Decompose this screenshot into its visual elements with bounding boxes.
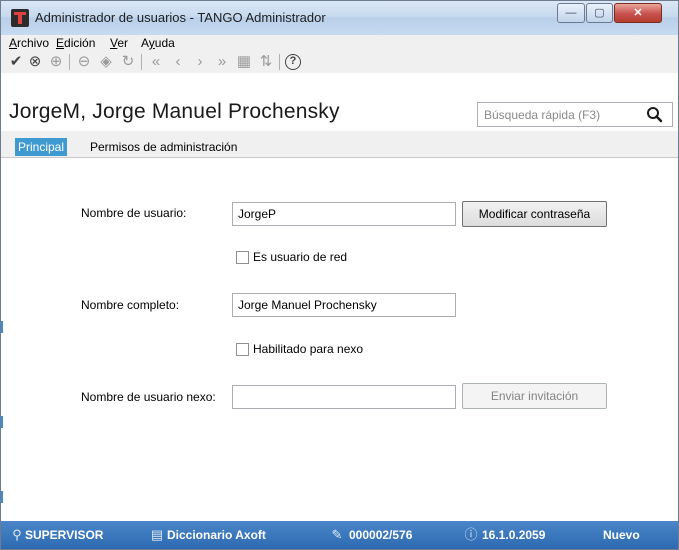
info-icon: ⓘ	[464, 527, 478, 542]
tab-permisos[interactable]: Permisos de administración	[87, 138, 240, 156]
maximize-button[interactable]: ▢	[586, 3, 613, 23]
cancel-icon[interactable]: ⊗	[26, 53, 44, 71]
tab-strip: Principal Permisos de administración	[1, 136, 678, 158]
tab-principal[interactable]: Principal	[15, 138, 68, 156]
nexo-enabled-label: Habilitado para nexo	[253, 342, 364, 356]
menu-archivo-label: rchivo	[17, 36, 50, 50]
username-label: Nombre de usuario:	[81, 206, 187, 220]
title-bar[interactable]: Administrador de usuarios - TANGO Admini…	[1, 1, 678, 35]
refresh-icon[interactable]: ↻	[119, 53, 137, 71]
status-bar: ⚲ SUPERVISOR ▤ Diccionario Axoft ✎ 00000…	[1, 521, 678, 549]
left-edge-accent	[1, 161, 4, 521]
fullname-label: Nombre completo:	[81, 298, 180, 312]
quick-search-box[interactable]	[477, 102, 673, 127]
record-icon: ✎	[331, 527, 343, 542]
change-password-button[interactable]: Modificar contraseña	[462, 201, 607, 227]
menu-ayuda[interactable]: Ayuda	[141, 36, 175, 50]
tango-app-icon	[11, 9, 29, 27]
window-title: Administrador de usuarios - TANGO Admini…	[35, 10, 326, 25]
copy-icon[interactable]: ◈	[97, 53, 115, 71]
menu-edicion[interactable]: Edición	[56, 36, 95, 50]
close-button[interactable]: ✕	[614, 3, 662, 23]
quick-search-input[interactable]	[484, 106, 634, 123]
status-dictionary: Diccionario Axoft	[167, 528, 266, 542]
send-invitation-button[interactable]: Enviar invitación	[462, 383, 607, 409]
add-icon[interactable]: ⊕	[47, 53, 65, 71]
menu-archivo[interactable]: Archivo	[9, 36, 49, 50]
menu-archivo-accel: A	[9, 36, 18, 50]
toolbar-separator	[69, 54, 70, 70]
minimize-button[interactable]: —	[557, 3, 585, 23]
nexo-username-input[interactable]	[232, 385, 456, 409]
accent-mark	[1, 416, 3, 428]
main-window: Administrador de usuarios - TANGO Admini…	[0, 0, 679, 550]
page-title: JorgeM, Jorge Manuel Prochensky	[9, 100, 340, 123]
form-panel: Nombre de usuario: Modificar contraseña …	[1, 158, 678, 521]
status-version: 16.1.0.2059	[482, 528, 546, 542]
nexo-username-label: Nombre de usuario nexo:	[81, 390, 216, 404]
grid-view-icon[interactable]: ▦	[235, 53, 253, 71]
toolbar-separator	[141, 54, 142, 70]
menu-edicion-label: dición	[64, 36, 96, 50]
first-record-icon[interactable]: «	[147, 53, 165, 71]
confirm-icon[interactable]: ✔	[7, 53, 25, 71]
user-icon: ⚲	[12, 527, 22, 542]
sort-icon[interactable]: ⇅	[257, 53, 275, 71]
search-icon[interactable]	[645, 106, 665, 124]
menu-ver[interactable]: Ver	[110, 36, 128, 50]
nexo-enabled-checkbox[interactable]	[236, 343, 249, 356]
accent-mark	[1, 321, 3, 333]
accent-mark	[1, 491, 3, 503]
previous-record-icon[interactable]: ‹	[169, 53, 187, 71]
menu-ayuda-pre: A	[141, 36, 149, 50]
help-icon[interactable]: ?	[285, 54, 301, 70]
dictionary-icon: ▤	[150, 527, 164, 542]
fullname-input[interactable]	[232, 293, 456, 317]
menu-bar: Archivo Edición Ver Ayuda	[1, 35, 678, 53]
toolbar-separator	[279, 54, 280, 70]
status-user: SUPERVISOR	[25, 528, 104, 542]
status-mode: Nuevo	[603, 528, 640, 542]
next-record-icon[interactable]: ›	[191, 53, 209, 71]
menu-edicion-accel: E	[56, 36, 65, 50]
menu-ayuda-label: uda	[154, 36, 175, 50]
network-user-label: Es usuario de red	[253, 250, 348, 264]
username-input[interactable]	[232, 202, 456, 226]
network-user-checkbox[interactable]	[236, 251, 249, 264]
last-record-icon[interactable]: »	[213, 53, 231, 71]
menu-ver-label: er	[117, 36, 129, 50]
toolbar: ✔ ⊗ ⊕ ⊖ ◈ ↻ « ‹ › » ▦ ⇅ ?	[1, 53, 678, 71]
status-record: 000002/576	[349, 528, 413, 542]
remove-icon[interactable]: ⊖	[75, 53, 93, 71]
